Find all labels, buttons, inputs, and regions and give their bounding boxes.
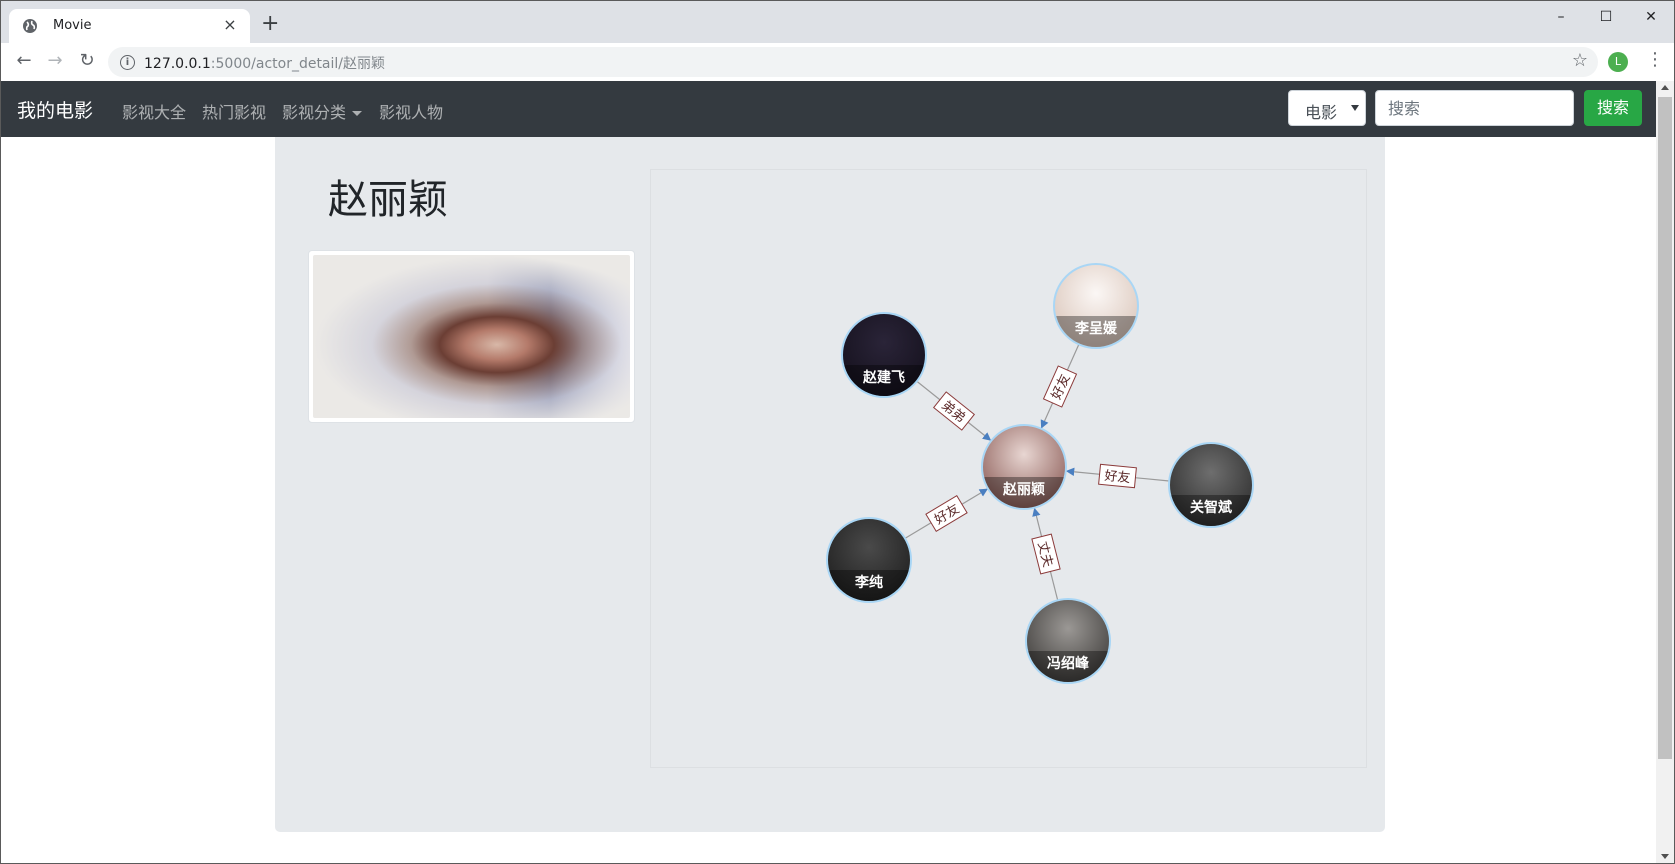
site-navbar: 我的电影 影视大全 热门影视 影视分类 影视人物 电影 搜索	[1, 81, 1656, 137]
close-window-icon[interactable]: ✕	[1641, 9, 1661, 25]
tab-title: Movie	[53, 18, 92, 33]
node-name: 冯绍峰	[1047, 655, 1090, 672]
actor-photo-frame	[308, 250, 635, 423]
reload-icon[interactable]: ↻	[75, 49, 99, 73]
actor-photo	[313, 255, 630, 418]
node-name: 赵丽颖	[1002, 481, 1045, 498]
relation-label: 好友	[1098, 463, 1137, 489]
page-scrollbar[interactable]	[1656, 81, 1674, 863]
nav-link-people[interactable]: 影视人物	[379, 99, 443, 123]
graph-node[interactable]: 李纯	[826, 517, 912, 612]
actor-detail-panel: 赵丽颖 好友 弟弟 好友 好友 丈夫 赵丽颖 李呈媛 赵建飞 关智斌 李纯 冯绍峰	[275, 137, 1385, 832]
node-name: 关智斌	[1190, 499, 1232, 516]
relation-label: 弟弟	[932, 391, 976, 431]
minimize-icon[interactable]: –	[1551, 9, 1571, 25]
scroll-down-icon[interactable]	[1661, 854, 1669, 859]
nav-link-all[interactable]: 影视大全	[122, 99, 186, 123]
relation-graph-panel: 好友 弟弟 好友 好友 丈夫 赵丽颖 李呈媛 赵建飞 关智斌 李纯 冯绍峰	[650, 169, 1367, 768]
node-name: 李呈媛	[1074, 320, 1118, 337]
forward-icon[interactable]: →	[43, 49, 67, 73]
dropdown-caret-icon	[352, 111, 363, 116]
maximize-icon[interactable]: ☐	[1596, 9, 1616, 25]
info-icon[interactable]: i	[120, 55, 135, 70]
select-arrow-icon	[1351, 105, 1359, 111]
new-tab-icon[interactable]: +	[261, 13, 279, 35]
graph-node[interactable]: 李呈媛	[1053, 263, 1139, 358]
node-name: 李纯	[854, 574, 883, 591]
profile-avatar[interactable]: L	[1608, 52, 1628, 72]
node-name: 赵建飞	[862, 369, 905, 386]
actor-name: 赵丽颖	[328, 177, 448, 223]
graph-node-center[interactable]: 赵丽颖	[981, 424, 1067, 519]
search-input[interactable]	[1375, 90, 1574, 126]
search-type-select[interactable]: 电影	[1288, 90, 1366, 126]
nav-link-category[interactable]: 影视分类	[282, 99, 363, 123]
search-type-value: 电影	[1305, 103, 1338, 122]
back-icon[interactable]: ←	[12, 49, 36, 73]
globe-icon	[23, 19, 37, 33]
relation-text: 好友	[1104, 468, 1131, 486]
site-brand[interactable]: 我的电影	[17, 96, 93, 123]
bookmark-star-icon[interactable]: ☆	[1572, 50, 1588, 71]
relation-label: 好友	[925, 494, 968, 533]
address-bar[interactable]: i 127.0.0.1:5000/actor_detail/赵丽颖 ☆	[108, 47, 1598, 77]
url-text[interactable]: 127.0.0.1:5000/actor_detail/赵丽颖	[144, 53, 385, 73]
browser-toolbar: ← → ↻ i 127.0.0.1:5000/actor_detail/赵丽颖 …	[1, 43, 1674, 82]
browser-menu-icon[interactable]: ⋮	[1646, 49, 1664, 70]
graph-node[interactable]: 关智斌	[1168, 442, 1254, 537]
nav-link-hot[interactable]: 热门影视	[202, 99, 266, 123]
relation-label: 丈夫	[1031, 533, 1061, 575]
scroll-thumb[interactable]	[1658, 97, 1672, 759]
tab-strip: Movie × + – ☐ ✕	[1, 1, 1674, 43]
search-button[interactable]: 搜索	[1584, 90, 1642, 126]
browser-tab[interactable]: Movie ×	[9, 9, 250, 43]
graph-node[interactable]: 冯绍峰	[1025, 598, 1111, 693]
relation-graph[interactable]: 好友弟弟好友好友丈夫赵丽颖李呈媛赵建飞关智斌李纯冯绍峰	[651, 170, 1366, 767]
tab-close-icon[interactable]: ×	[220, 15, 240, 34]
scroll-up-icon[interactable]	[1661, 85, 1669, 90]
browser-window: Movie × + – ☐ ✕ ← → ↻ i 127.0.0.1:5000/a…	[0, 0, 1675, 864]
relation-label: 好友	[1042, 365, 1078, 408]
graph-node[interactable]: 赵建飞	[841, 312, 927, 407]
